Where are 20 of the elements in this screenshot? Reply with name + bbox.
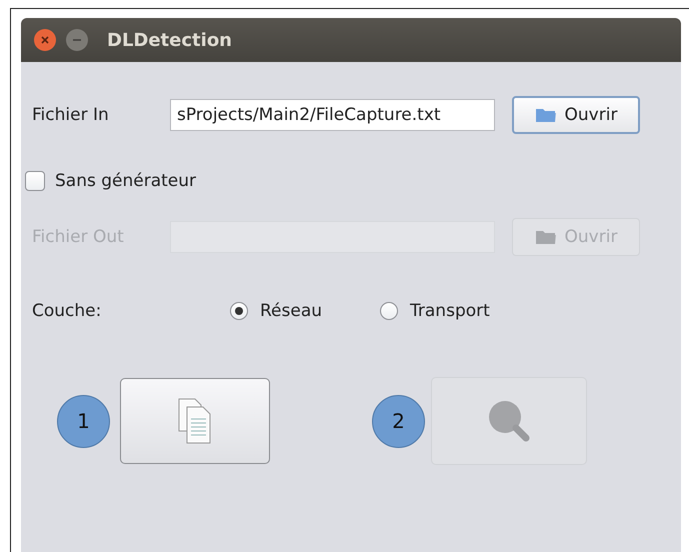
checkbox[interactable] (25, 171, 45, 191)
window-title: DLDetection (107, 30, 232, 50)
file-field[interactable]: sProjects/Main2/FileCapture.txt (170, 99, 495, 131)
radio-label: Réseau (260, 301, 322, 321)
checkbox-label: Sans générateur (55, 171, 196, 191)
close-button[interactable] (34, 29, 56, 51)
folder-icon (534, 107, 557, 123)
open-button[interactable]: Ouvrir (512, 96, 640, 134)
field-label: Fichier In (32, 105, 110, 125)
close-icon (40, 35, 50, 45)
documents-button[interactable] (120, 378, 270, 464)
minimize-icon (72, 38, 82, 42)
step-badge: 1 (57, 394, 110, 448)
step-badge: 2 (372, 394, 425, 448)
radio-button[interactable] (380, 302, 398, 320)
radio-label: Transport (410, 301, 490, 321)
minimize-button[interactable] (66, 29, 88, 51)
radio-button[interactable] (230, 302, 248, 320)
layer-label: Couche: (32, 301, 102, 321)
folder-icon (534, 229, 557, 245)
